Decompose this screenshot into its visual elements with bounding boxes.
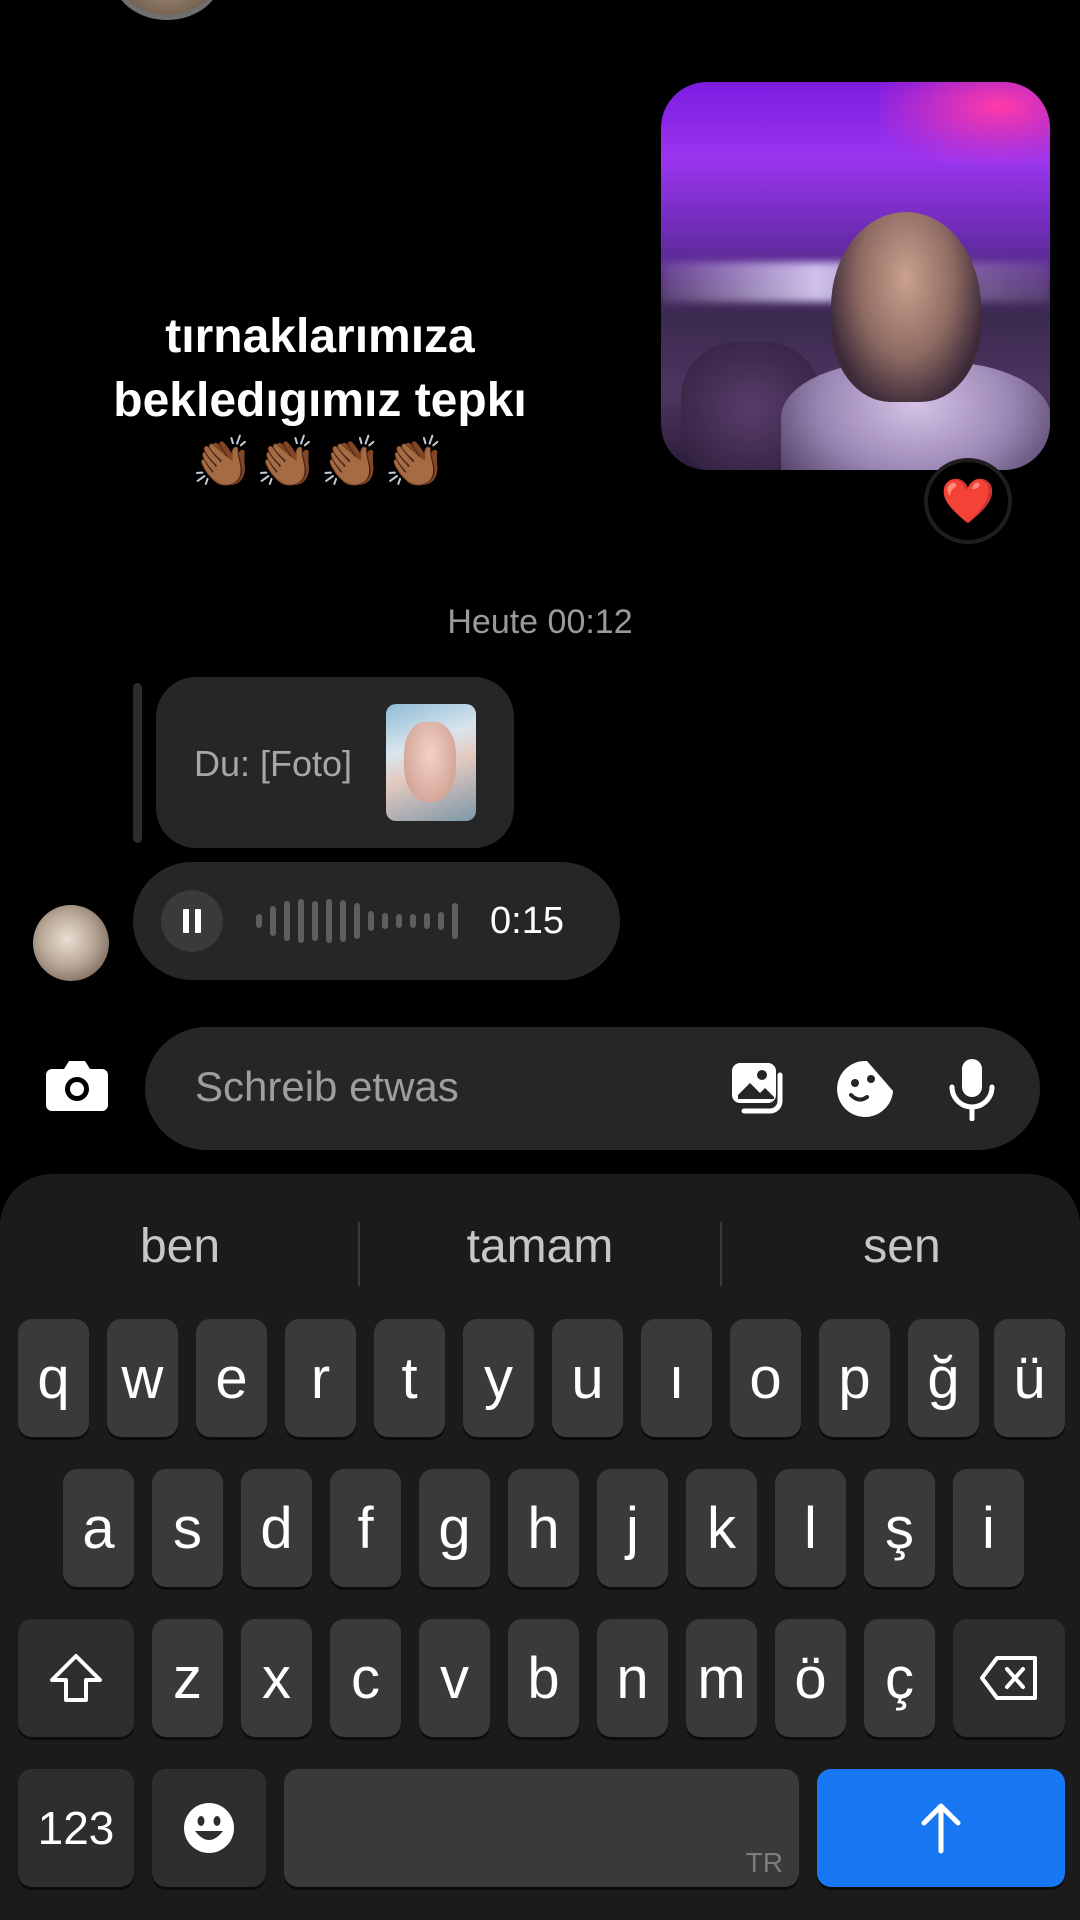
pause-button[interactable] xyxy=(161,890,223,952)
key-p[interactable]: p xyxy=(819,1319,890,1437)
key-f[interactable]: f xyxy=(330,1469,401,1587)
suggestion-bar: ben tamam sen xyxy=(0,1212,1080,1286)
numbers-key[interactable]: 123 xyxy=(18,1769,134,1887)
key-r[interactable]: r xyxy=(285,1319,356,1437)
space-key[interactable]: TR xyxy=(284,1769,799,1887)
reply-preview-text: Du: [Foto] xyxy=(194,743,353,784)
key-dotless-i[interactable]: ı xyxy=(641,1319,712,1437)
pause-icon xyxy=(183,909,201,933)
key-a[interactable]: a xyxy=(63,1469,134,1587)
language-label: TR xyxy=(745,1847,783,1878)
gallery-icon xyxy=(732,1063,783,1114)
overlay-caption: tırnaklarımıza bekledıgımız tepkı xyxy=(40,305,600,433)
key-g[interactable]: g xyxy=(419,1469,490,1587)
sticker-button[interactable] xyxy=(833,1057,897,1121)
key-m[interactable]: m xyxy=(686,1619,757,1737)
clapping-emoji: 👏🏾👏🏾👏🏾👏🏾 xyxy=(191,434,449,490)
heart-icon: ❤️ xyxy=(940,477,996,526)
key-s-cedilla[interactable]: ş xyxy=(864,1469,935,1587)
voice-duration: 0:15 xyxy=(490,900,564,942)
key-j[interactable]: j xyxy=(597,1469,668,1587)
camera-icon xyxy=(46,1061,108,1111)
key-l[interactable]: l xyxy=(775,1469,846,1587)
key-u-umlaut[interactable]: ü xyxy=(994,1319,1065,1437)
keyboard: ben tamam sen q w e r t y u ı o p ğ ü a … xyxy=(0,1174,1080,1920)
suggestion-3[interactable]: sen xyxy=(722,1212,1080,1282)
key-v[interactable]: v xyxy=(419,1619,490,1737)
key-k[interactable]: k xyxy=(686,1469,757,1587)
key-o[interactable]: o xyxy=(730,1319,801,1437)
backspace-key[interactable] xyxy=(953,1619,1065,1737)
key-s[interactable]: s xyxy=(152,1469,223,1587)
caption-line-1: tırnaklarımıza xyxy=(165,310,475,363)
sender-avatar[interactable] xyxy=(33,905,109,981)
key-n[interactable]: n xyxy=(597,1619,668,1737)
key-c[interactable]: c xyxy=(330,1619,401,1737)
caption-line-2: bekledıgımız tepkı xyxy=(113,374,527,427)
key-b[interactable]: b xyxy=(508,1619,579,1737)
key-x[interactable]: x xyxy=(241,1619,312,1737)
video-message[interactable] xyxy=(661,82,1050,470)
video-person-head xyxy=(831,212,981,402)
key-y[interactable]: y xyxy=(463,1319,534,1437)
microphone-icon xyxy=(949,1059,995,1122)
key-h[interactable]: h xyxy=(508,1469,579,1587)
message-input[interactable] xyxy=(195,1057,675,1117)
send-arrow-icon xyxy=(921,1803,961,1854)
key-e[interactable]: e xyxy=(196,1319,267,1437)
key-w[interactable]: w xyxy=(107,1319,178,1437)
suggestion-1[interactable]: ben xyxy=(0,1212,360,1282)
sticker-icon xyxy=(837,1061,893,1117)
key-q[interactable]: q xyxy=(18,1319,89,1437)
voice-message-bubble[interactable]: 0:15 xyxy=(133,862,620,980)
key-d[interactable]: d xyxy=(241,1469,312,1587)
reply-photo-thumbnail xyxy=(386,704,476,821)
camera-button[interactable] xyxy=(44,1057,110,1113)
microphone-button[interactable] xyxy=(940,1057,1004,1122)
key-i[interactable]: i xyxy=(953,1469,1024,1587)
send-key[interactable] xyxy=(817,1769,1065,1887)
emoji-key[interactable] xyxy=(152,1769,266,1887)
key-o-umlaut[interactable]: ö xyxy=(775,1619,846,1737)
key-t[interactable]: t xyxy=(374,1319,445,1437)
shift-icon xyxy=(50,1654,102,1702)
top-avatar[interactable] xyxy=(112,0,222,20)
video-ceiling-light xyxy=(880,82,1050,162)
key-u[interactable]: u xyxy=(552,1319,623,1437)
reply-preview-bubble[interactable]: Du: [Foto] xyxy=(156,677,514,848)
key-z[interactable]: z xyxy=(152,1619,223,1737)
message-composer[interactable] xyxy=(145,1027,1040,1150)
emoji-icon xyxy=(184,1803,234,1853)
hand-photo xyxy=(404,722,456,802)
suggestion-2[interactable]: tamam xyxy=(360,1212,720,1282)
message-timestamp: Heute 00:12 xyxy=(447,603,633,641)
key-g-breve[interactable]: ğ xyxy=(908,1319,979,1437)
shift-key[interactable] xyxy=(18,1619,134,1737)
heart-reaction-badge[interactable]: ❤️ xyxy=(924,458,1012,544)
key-c-cedilla[interactable]: ç xyxy=(864,1619,935,1737)
voice-waveform[interactable] xyxy=(256,897,458,945)
gallery-button[interactable] xyxy=(728,1057,792,1121)
backspace-icon xyxy=(980,1656,1037,1700)
reply-indicator-bar xyxy=(133,683,142,843)
